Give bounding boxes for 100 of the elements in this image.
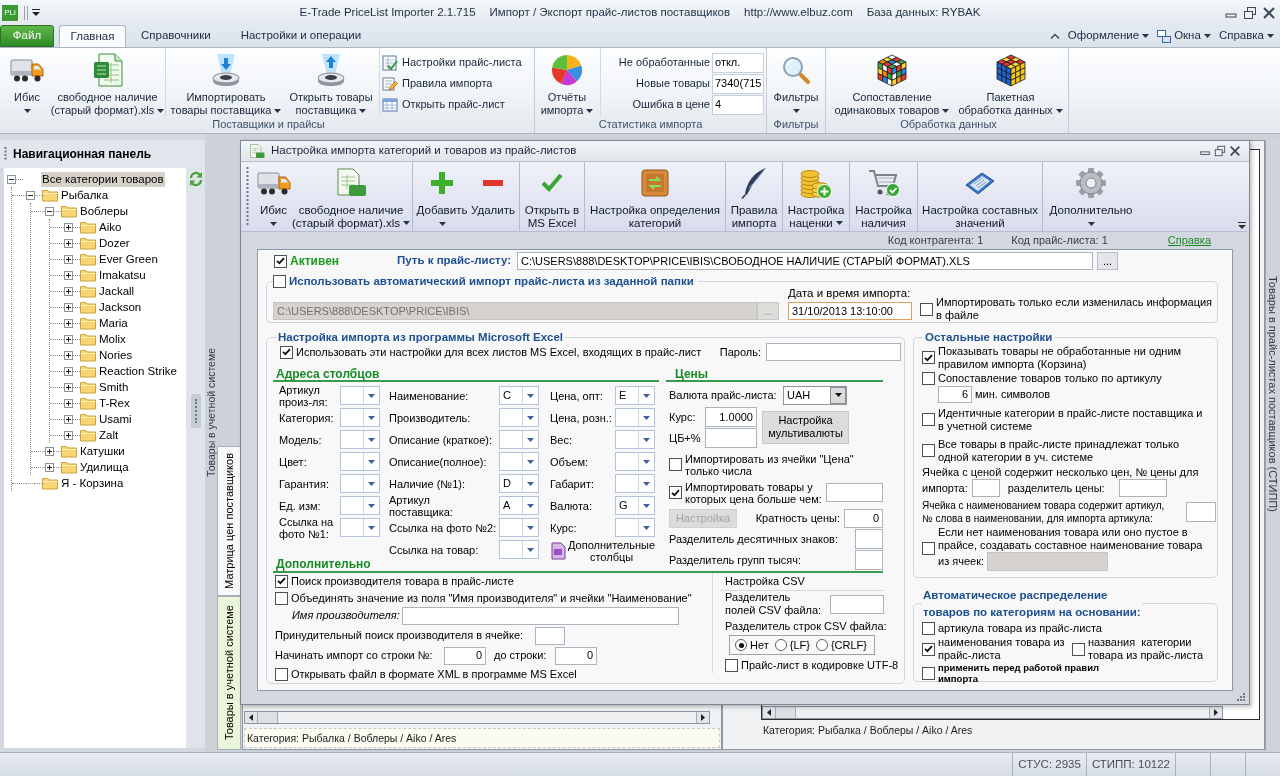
input-field[interactable]: 1.0000 bbox=[705, 407, 757, 427]
tree-item[interactable]: Usami bbox=[98, 411, 133, 427]
minus-box-icon[interactable] bbox=[7, 174, 16, 184]
currency-select[interactable]: UAH bbox=[783, 385, 847, 405]
plus-box-icon[interactable] bbox=[64, 430, 73, 440]
input-field[interactable]: 0 bbox=[444, 646, 486, 665]
tree-item[interactable]: Удилища bbox=[79, 459, 130, 475]
input-field[interactable]: C:\USERS\888\DESKTOP\PRICE\IBIS\СВОБОДНОЕ НАЛИЧИЕ (СТАРЫЙ ФОРМАТ).XLS bbox=[517, 252, 1093, 270]
checkbox[interactable] bbox=[275, 667, 288, 681]
tree-item[interactable]: Катушки bbox=[79, 443, 126, 459]
plus-box-icon[interactable] bbox=[64, 398, 73, 408]
input-field[interactable] bbox=[766, 343, 901, 361]
horizontal-scrollbar[interactable] bbox=[244, 711, 710, 724]
toolbar-button[interactable]: Удалить bbox=[469, 162, 517, 231]
minus-box-icon[interactable] bbox=[45, 206, 54, 216]
plus-box-icon[interactable] bbox=[64, 414, 73, 424]
toolbar-button[interactable]: Дополнительно bbox=[1045, 162, 1137, 231]
input-field[interactable] bbox=[826, 483, 883, 502]
checkbox[interactable] bbox=[275, 574, 288, 588]
input-field[interactable] bbox=[855, 529, 883, 549]
ribbon-button[interactable]: свободное наличие (старый формат).xls bbox=[51, 48, 164, 116]
column-select[interactable]: D bbox=[499, 474, 539, 493]
toolbar-button[interactable]: Настройка определения категорий bbox=[587, 162, 723, 231]
input-field[interactable] bbox=[402, 606, 679, 625]
side-tab[interactable]: Матрица цен поставщиков bbox=[217, 446, 241, 596]
plus-box-icon[interactable] bbox=[64, 254, 73, 264]
ribbon-button[interactable]: Открыть товары поставщика bbox=[284, 48, 378, 116]
ribbon-tab[interactable]: Главная bbox=[59, 25, 126, 47]
column-select[interactable]: E bbox=[615, 386, 655, 405]
browse-button[interactable]: ... bbox=[1097, 252, 1118, 270]
tree-item[interactable]: Zalt bbox=[98, 427, 120, 443]
tree-item[interactable]: Nories bbox=[98, 347, 134, 363]
tree-item[interactable]: Smith bbox=[98, 379, 130, 395]
tree-item[interactable]: Все категории товаров bbox=[41, 171, 165, 187]
input-field[interactable]: 0 bbox=[844, 509, 883, 528]
checkbox[interactable] bbox=[669, 486, 682, 499]
input-field[interactable] bbox=[1118, 479, 1167, 497]
ribbon-button[interactable]: Открыть прайс-лист bbox=[382, 94, 532, 115]
tree-item[interactable]: Imakatsu bbox=[98, 267, 147, 283]
checkbox[interactable] bbox=[273, 275, 286, 288]
horizontal-scrollbar[interactable] bbox=[762, 706, 1223, 719]
input-field[interactable]: 0 bbox=[555, 646, 597, 665]
tree-item[interactable]: Рыбалка bbox=[60, 187, 110, 203]
customize-icon[interactable] bbox=[32, 9, 40, 16]
toolbar-button[interactable]: Открыть в MS Excel bbox=[522, 162, 582, 231]
checkbox[interactable] bbox=[669, 458, 682, 471]
plus-box-icon[interactable] bbox=[64, 382, 73, 392]
toolbar-button[interactable]: Настройка наценки bbox=[785, 162, 847, 231]
input-field[interactable] bbox=[535, 626, 565, 645]
radio-button[interactable] bbox=[815, 639, 828, 651]
tree-item[interactable]: Aiko bbox=[98, 219, 123, 235]
checkbox[interactable] bbox=[725, 659, 738, 672]
tree-item[interactable]: Воблеры bbox=[79, 203, 129, 219]
close-icon[interactable] bbox=[1229, 145, 1241, 157]
column-select[interactable]: G bbox=[615, 496, 655, 515]
input-field[interactable]: 31/10/2013 13:10:00 bbox=[788, 302, 912, 320]
tree-item[interactable]: T-Rex bbox=[98, 395, 131, 411]
column-select[interactable]: A bbox=[499, 496, 539, 515]
ribbon-button[interactable]: Правила импорта bbox=[382, 73, 532, 94]
checkbox[interactable] bbox=[920, 302, 933, 316]
splitter-handle[interactable] bbox=[190, 394, 201, 428]
restore-icon[interactable] bbox=[1243, 5, 1257, 20]
input-field[interactable] bbox=[1186, 501, 1216, 522]
input-field[interactable] bbox=[830, 594, 884, 614]
tree-item[interactable]: Jackson bbox=[98, 299, 143, 315]
ribbon-button[interactable]: Настройки прайс-листа bbox=[382, 52, 532, 73]
checkbox[interactable] bbox=[922, 642, 935, 656]
checkbox[interactable] bbox=[922, 541, 935, 555]
toolbar-button[interactable]: Настройка наличия bbox=[852, 162, 915, 231]
input-field[interactable] bbox=[971, 479, 1000, 497]
checkbox[interactable] bbox=[280, 345, 293, 359]
menu-button[interactable]: Окна bbox=[1157, 27, 1211, 45]
minus-box-icon[interactable] bbox=[26, 190, 35, 200]
tree-item[interactable]: Maria bbox=[98, 315, 129, 331]
ribbon-button[interactable]: Фильтры bbox=[767, 48, 825, 113]
ribbon-button[interactable]: Сопоставление одинаковых товаров bbox=[829, 48, 955, 116]
checkbox[interactable] bbox=[922, 371, 935, 385]
checkbox[interactable] bbox=[922, 622, 935, 635]
checkbox[interactable] bbox=[274, 254, 287, 268]
checkbox[interactable] bbox=[1072, 642, 1085, 656]
plus-box-icon[interactable] bbox=[64, 270, 73, 280]
column-select[interactable]: C bbox=[499, 386, 539, 405]
plus-box-icon[interactable] bbox=[64, 334, 73, 344]
ribbon-button[interactable]: Отчёты импорта bbox=[535, 48, 599, 116]
tree-item[interactable]: Я - Корзина bbox=[60, 475, 125, 491]
checkbox[interactable] bbox=[922, 413, 935, 426]
multicurrency-button[interactable]: Настройка мультивалюты bbox=[762, 410, 849, 444]
radio-button[interactable] bbox=[774, 639, 787, 651]
toolbar-button[interactable]: свободное наличие (старый формат).xls bbox=[292, 162, 410, 231]
close-icon[interactable] bbox=[1262, 5, 1276, 20]
chevron-up-icon[interactable] bbox=[1049, 32, 1060, 40]
plus-box-icon[interactable] bbox=[64, 238, 73, 248]
tree-item[interactable]: Jackall bbox=[98, 283, 136, 299]
menu-button[interactable]: Справка bbox=[1218, 27, 1274, 45]
menu-button[interactable]: Оформление bbox=[1067, 27, 1150, 45]
plus-box-icon[interactable] bbox=[45, 446, 54, 456]
tree-item[interactable]: Ever Green bbox=[98, 251, 159, 267]
ribbon-tab[interactable]: Справочники bbox=[126, 25, 226, 47]
ribbon-button[interactable]: Импортировать товары поставщика bbox=[168, 48, 284, 116]
checkbox[interactable] bbox=[922, 351, 935, 364]
